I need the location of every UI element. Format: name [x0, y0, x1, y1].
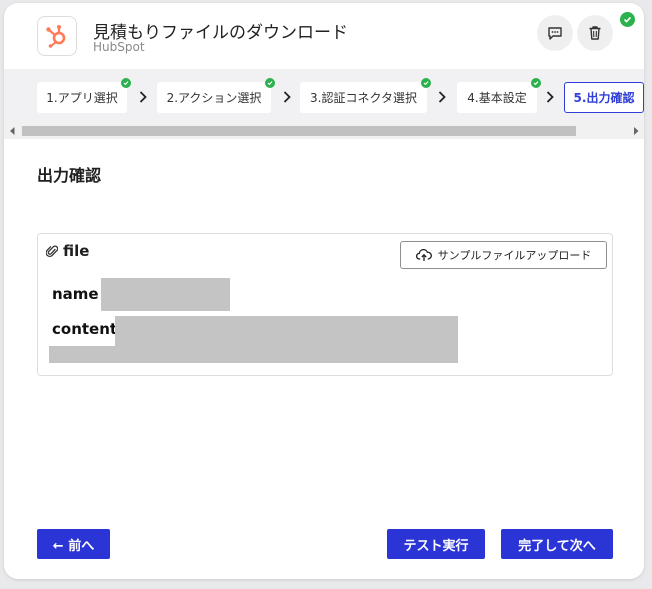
chevron-right-icon: [137, 89, 149, 105]
section-title: 出力確認: [37, 166, 102, 185]
status-check-icon: [620, 12, 635, 27]
comment-button[interactable]: [537, 15, 573, 51]
test-run-button[interactable]: テスト実行: [387, 529, 485, 559]
redacted-name-value: [101, 278, 230, 311]
sample-file-upload-button[interactable]: サンプルファイルアップロード: [400, 241, 607, 269]
step-basic-settings[interactable]: 4.基本設定: [457, 78, 541, 113]
cloud-upload-icon: [415, 248, 432, 261]
step-output-confirm[interactable]: 5.出力確認: [564, 82, 644, 113]
file-label: file: [46, 242, 89, 260]
upload-button-label: サンプルファイルアップロード: [437, 249, 592, 262]
horizontal-scrollbar[interactable]: [4, 123, 644, 139]
hubspot-logo: [37, 16, 77, 56]
step-app-select[interactable]: 1.アプリ選択: [37, 78, 131, 113]
check-icon: [265, 78, 275, 88]
step-label: 5.出力確認: [573, 91, 635, 105]
file-label-text: file: [63, 242, 90, 260]
file-output-panel: file サンプルファイルアップロード name content: [37, 233, 613, 376]
comment-icon: [548, 27, 562, 40]
step-connector-select[interactable]: 3.認証コネクタ選択: [300, 78, 431, 113]
redacted-content-value: [115, 316, 458, 346]
field-content-label: content: [52, 320, 118, 338]
step-label: 2.アクション選択: [166, 91, 262, 105]
field-name-label: name: [52, 285, 99, 303]
step-label: 3.認証コネクタ選択: [310, 91, 417, 105]
chevron-right-icon: [544, 89, 556, 105]
back-button[interactable]: ← 前へ: [37, 529, 110, 559]
check-icon: [421, 78, 431, 88]
scroll-right-icon[interactable]: [631, 126, 641, 136]
delete-button[interactable]: [577, 15, 613, 51]
finish-next-button[interactable]: 完了して次へ: [501, 529, 613, 559]
trash-icon: [589, 26, 601, 40]
check-icon: [531, 78, 541, 88]
paperclip-icon: [46, 245, 58, 257]
check-icon: [121, 78, 131, 88]
hubspot-icon: [46, 25, 66, 48]
workflow-panel: 見積もりファイルのダウンロード HubSpot 1.アプリ選択 2.アクション選…: [4, 3, 644, 579]
chevron-right-icon: [436, 89, 448, 105]
step-action-select[interactable]: 2.アクション選択: [157, 78, 275, 113]
scroll-left-icon[interactable]: [7, 126, 17, 136]
step-label: 4.基本設定: [467, 91, 527, 105]
step-label: 1.アプリ選択: [46, 91, 118, 105]
redacted-content-value-cont: [49, 346, 458, 363]
app-name: HubSpot: [93, 40, 145, 54]
scrollbar-thumb[interactable]: [22, 126, 576, 136]
chevron-right-icon: [281, 89, 293, 105]
